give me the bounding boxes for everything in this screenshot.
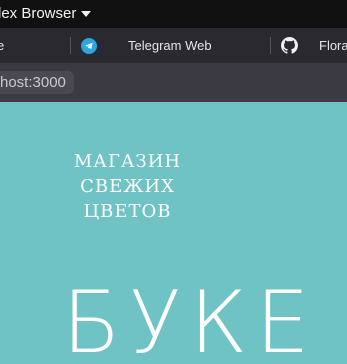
window-title: lex Browser bbox=[0, 5, 77, 22]
chevron-down-icon[interactable] bbox=[81, 11, 91, 17]
bookmark-separator bbox=[270, 37, 271, 54]
url-field[interactable]: host:3000 bbox=[0, 71, 74, 94]
bookmark-label: e bbox=[0, 38, 5, 53]
bookmark-item-flora[interactable]: Flora bbox=[281, 28, 347, 63]
bookmark-separator bbox=[70, 37, 71, 54]
logo-line-2: СВЕЖИХ bbox=[80, 176, 175, 197]
address-bar: host:3000 bbox=[0, 63, 347, 102]
telegram-icon bbox=[81, 37, 97, 54]
bookmark-item-telegram[interactable]: Telegram Web bbox=[81, 28, 212, 63]
hero-heading: БУКЕ bbox=[62, 273, 318, 364]
window-titlebar: lex Browser bbox=[0, 0, 347, 28]
web-page: МАГАЗИН СВЕЖИХ ЦВЕТОВ БУКЕ bbox=[0, 102, 347, 364]
bookmark-label: Flora bbox=[319, 38, 347, 53]
bookmark-label: Telegram Web bbox=[128, 38, 212, 53]
logo-line-1: МАГАЗИН bbox=[73, 151, 182, 172]
bookmarks-bar: e Telegram Web Flora bbox=[0, 28, 347, 63]
logo-line-3: ЦВЕТОВ bbox=[83, 201, 172, 222]
github-icon bbox=[281, 37, 298, 54]
bookmark-item-partial[interactable]: e bbox=[0, 28, 4, 63]
